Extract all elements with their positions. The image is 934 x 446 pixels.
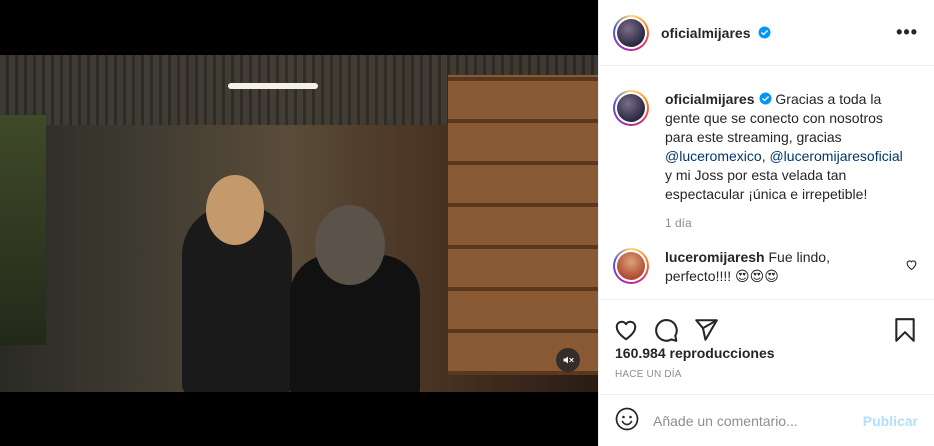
caption-text: oficialmijares Gracias a toda la gente q… [665,90,905,204]
video-bookshelf [448,75,598,375]
post-sidebar: oficialmijares ••• oficialmijares Gracia… [598,0,934,446]
heart-outline-icon[interactable] [613,317,639,343]
verified-badge-icon [759,92,771,105]
video-person-woman-head [206,175,264,245]
author-avatar[interactable] [613,14,649,51]
caption-end: y mi Joss por esta velada tan espectacul… [665,167,868,202]
commenter-avatar-image [617,252,645,280]
video-ceiling-light [228,83,318,89]
comment-item: luceromijaresh Fue lindo, perfecto!!!! 😍… [613,248,918,286]
commenter-username[interactable]: luceromijaresh [665,249,765,265]
author-username-label[interactable]: oficialmijares [661,25,751,41]
publish-button[interactable]: Publicar [863,413,918,429]
commenter-avatar[interactable] [613,248,649,284]
caption-author-avatar-image [617,94,645,122]
mention-luceromijaresoficial[interactable]: @luceromijaresoficial [769,148,902,164]
comments-area: oficialmijares Gracias a toda la gente q… [599,66,934,299]
post-caption: oficialmijares Gracias a toda la gente q… [613,90,918,204]
verified-badge-icon [758,26,771,38]
more-options-icon[interactable]: ••• [896,22,918,43]
media-panel [0,0,598,446]
instagram-post: oficialmijares ••• oficialmijares Gracia… [0,0,934,446]
video-plant [0,115,46,345]
add-comment-form: Publicar [599,394,934,446]
smiley-icon[interactable] [615,407,639,434]
mention-luceromexico[interactable]: @luceromexico [665,148,762,164]
caption-time-ago[interactable]: 1 día [665,216,918,230]
comment-text: luceromijaresh Fue lindo, perfecto!!!! 😍… [665,248,890,286]
caption-author-username[interactable]: oficialmijares [665,91,755,107]
speaker-muted-icon[interactable] [556,348,580,372]
caption-author-avatar[interactable] [613,90,649,126]
bookmark-icon[interactable] [892,317,918,343]
comment-input[interactable] [653,412,863,429]
post-video[interactable] [0,55,598,392]
post-header: oficialmijares ••• [599,0,934,66]
comment-like-icon[interactable] [905,258,918,271]
post-date[interactable]: HACE UN DÍA [599,369,934,389]
author-username[interactable]: oficialmijares [661,25,771,41]
video-person-man-head [315,205,385,285]
view-count[interactable]: 160.984 reproducciones [599,345,934,369]
paper-plane-icon[interactable] [693,317,719,343]
author-avatar-image [617,18,645,47]
speech-bubble-icon[interactable] [653,317,679,343]
